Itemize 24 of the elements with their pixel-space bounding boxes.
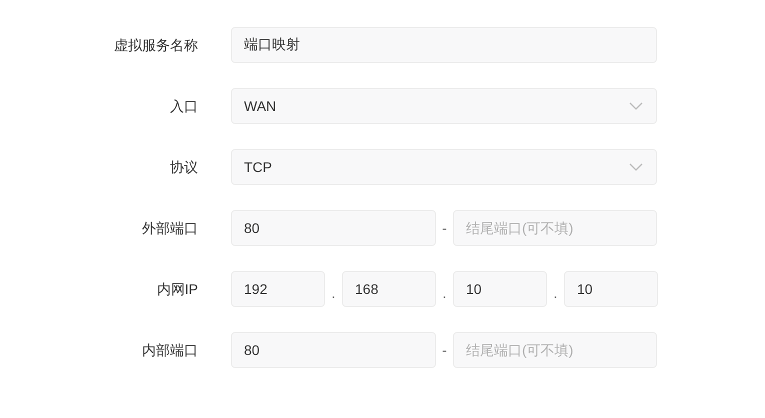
start-port-field[interactable]: 80 [231, 210, 436, 246]
start-port-field[interactable]: 80 [231, 332, 436, 368]
range-separator: - [441, 340, 448, 360]
ip-octet-field[interactable]: 168 [342, 271, 436, 307]
end-port-field[interactable]: 结尾端口(可不填) [453, 332, 657, 368]
ip-octet-field[interactable]: 192 [231, 271, 325, 307]
field-label: 内部端口 [141, 340, 198, 360]
select-field[interactable]: TCP [231, 149, 657, 185]
chevron-down-icon [629, 102, 643, 110]
ip-dot: . [442, 284, 448, 302]
field-label: 虚拟服务名称 [113, 36, 198, 54]
field-label: 内网IP [156, 280, 198, 298]
chevron-down-icon [629, 163, 643, 171]
ip-octet-field[interactable]: 10 [453, 271, 547, 307]
end-port-field[interactable]: 结尾端口(可不填) [453, 210, 657, 246]
range-separator: - [441, 218, 448, 238]
field-label: 外部端口 [141, 218, 198, 238]
ip-dot: . [552, 284, 558, 302]
field-label: 协议 [169, 158, 198, 176]
field-label: 入口 [169, 96, 198, 116]
text-field[interactable]: 端口映射 [231, 27, 657, 63]
ip-dot: . [330, 284, 336, 302]
ip-octet-field[interactable]: 10 [564, 271, 658, 307]
select-field[interactable]: WAN [231, 88, 657, 124]
